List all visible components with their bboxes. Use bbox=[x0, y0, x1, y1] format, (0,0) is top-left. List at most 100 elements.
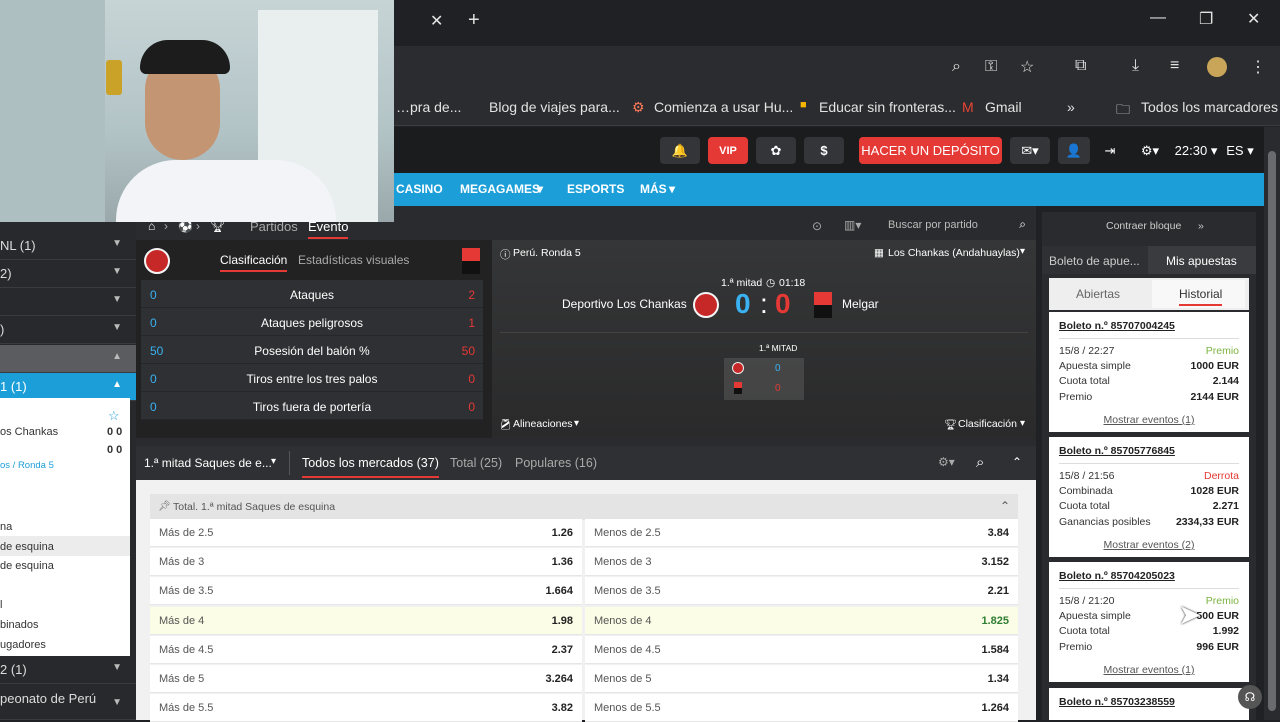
sidebar-league-item[interactable]: 2 (1) ▼ bbox=[0, 656, 136, 684]
market-outcome[interactable]: Más de 2.5 1.26 bbox=[150, 519, 582, 547]
bookmark-item[interactable]: Educar sin fronteras... bbox=[819, 99, 956, 115]
pin-icon[interactable]: 📌︎ bbox=[158, 501, 171, 512]
market-outcome[interactable]: Más de 5 3.264 bbox=[150, 665, 582, 693]
media-icon[interactable]: ≡ bbox=[1170, 57, 1179, 75]
key-icon[interactable]: ⚿ bbox=[985, 58, 997, 76]
notifications-bell-icon[interactable]: 🔔 bbox=[660, 137, 700, 164]
minimize-icon[interactable]: — bbox=[1150, 9, 1166, 27]
show-events-link[interactable]: Mostrar eventos (1) bbox=[1049, 414, 1249, 426]
sidebar-market[interactable]: de esquina bbox=[0, 541, 54, 553]
chevron-down-icon[interactable]: ▾ bbox=[1020, 418, 1025, 429]
ticket-id[interactable]: Boleto n.º 85704205023 bbox=[1059, 570, 1175, 582]
collapse-icon[interactable]: ⌃ bbox=[1012, 455, 1022, 469]
sidebar-league-item[interactable]: ▼ bbox=[0, 288, 136, 316]
new-tab-icon[interactable]: + bbox=[468, 9, 480, 32]
standings-button[interactable]: Clasificación bbox=[958, 418, 1017, 430]
search-field[interactable]: Buscar por partido ⌕ bbox=[880, 214, 1032, 238]
ticket-id[interactable]: Boleto n.º 85705776845 bbox=[1059, 445, 1175, 457]
stats-icon[interactable]: ▥▾ bbox=[844, 218, 861, 232]
language-select[interactable]: ES ▾ bbox=[1224, 137, 1256, 164]
sidebar-league-item[interactable]: 2) ▼ bbox=[0, 260, 136, 288]
page-scrollbar[interactable] bbox=[1264, 127, 1280, 720]
sidebar-market[interactable]: l bbox=[0, 599, 2, 611]
sidebar-league-item[interactable]: NL (1) ▼ bbox=[0, 232, 136, 260]
search-input[interactable]: Buscar por partido bbox=[888, 219, 978, 231]
deposit-button[interactable]: HACER UN DEPÓSITO bbox=[859, 137, 1002, 164]
search-icon[interactable]: ⌕ bbox=[976, 454, 984, 471]
sidebar-market[interactable]: binados bbox=[0, 619, 39, 631]
settings-gear-icon[interactable]: ⚙▾ bbox=[1134, 137, 1166, 164]
mail-icon[interactable]: ✉▾ bbox=[1010, 137, 1050, 164]
sidebar-league-item[interactable]: ▲ bbox=[0, 345, 136, 373]
market-outcome[interactable]: Menos de 5.5 1.264 bbox=[585, 694, 1018, 722]
market-outcome[interactable]: Menos de 4 1.825 bbox=[585, 607, 1018, 635]
vip-button[interactable]: VIP bbox=[708, 137, 748, 164]
user-icon[interactable]: 👤 bbox=[1058, 137, 1090, 164]
menu-icon[interactable]: ⋮ bbox=[1250, 57, 1266, 77]
market-outcome[interactable]: Más de 3 1.36 bbox=[150, 548, 582, 576]
nav-casino[interactable]: CASINO bbox=[396, 182, 443, 196]
sidebar-round-link[interactable]: os / Ronda 5 bbox=[0, 460, 54, 471]
bookmark-all[interactable]: Todos los marcadores bbox=[1141, 99, 1278, 115]
market-group-header[interactable]: 📌︎ Total. 1.ª mitad Saques de esquina ⌃ bbox=[150, 494, 1018, 520]
promo-icon[interactable]: ✿ bbox=[756, 137, 796, 164]
sidebar-market[interactable]: ugadores bbox=[0, 639, 46, 651]
tab-clasificacion[interactable]: Clasificación bbox=[220, 253, 288, 272]
market-outcome[interactable]: Más de 5.5 3.82 bbox=[150, 694, 582, 722]
bookmarks-overflow-icon[interactable]: » bbox=[1067, 99, 1075, 115]
chevron-up-icon[interactable]: ⌃ bbox=[1000, 499, 1010, 513]
market-outcome[interactable]: Más de 3.5 1.664 bbox=[150, 577, 582, 605]
bookmark-item[interactable]: Blog de viajes para... bbox=[489, 99, 620, 115]
settings-gear-icon[interactable]: ⚙▾ bbox=[938, 455, 955, 469]
tab-abiertas[interactable]: Abiertas bbox=[1076, 287, 1120, 301]
bookmark-item[interactable]: Comienza a usar Hu... bbox=[654, 99, 793, 115]
sidebar-market[interactable]: na bbox=[0, 521, 12, 533]
chevron-down-icon[interactable]: ▾ bbox=[271, 456, 276, 467]
close-tab-icon[interactable]: ✕ bbox=[430, 11, 443, 31]
show-events-link[interactable]: Mostrar eventos (1) bbox=[1049, 664, 1249, 676]
sidebar-team-name[interactable]: os Chankas bbox=[0, 426, 58, 438]
nav-megagames[interactable]: MEGAGAMES bbox=[460, 182, 540, 196]
favorite-star-icon[interactable]: ☆ bbox=[108, 408, 120, 424]
market-selector[interactable]: 1.ª mitad Saques de e... bbox=[144, 456, 272, 470]
lineups-button[interactable]: Alineaciones bbox=[513, 418, 573, 430]
sidebar-league-active[interactable]: 1 (1) ▲ bbox=[0, 373, 136, 401]
bookmark-item[interactable]: …pra de... bbox=[396, 99, 461, 115]
pin-icon[interactable]: ⊙ bbox=[812, 219, 822, 233]
nav-esports[interactable]: ESPORTS bbox=[567, 182, 624, 196]
zoom-icon[interactable]: ⌕ bbox=[952, 58, 961, 76]
tab-total[interactable]: Total (25) bbox=[450, 456, 502, 470]
sidebar-league-item[interactable]: ) ▼ bbox=[0, 316, 136, 344]
ticket-id[interactable]: Boleto n.º 85707004245 bbox=[1059, 320, 1175, 332]
window-close-icon[interactable]: ✕ bbox=[1247, 9, 1260, 29]
collapse-block-button[interactable]: Contraer bloque bbox=[1106, 220, 1181, 232]
market-outcome[interactable]: Más de 4 1.98 bbox=[150, 607, 582, 635]
tab-all-markets[interactable]: Todos los mercados (37) bbox=[302, 456, 439, 478]
support-chat-icon[interactable]: ☊ bbox=[1238, 685, 1262, 709]
scrollbar-thumb[interactable] bbox=[1268, 151, 1276, 711]
market-outcome[interactable]: Menos de 2.5 3.84 bbox=[585, 519, 1018, 547]
market-outcome[interactable]: Menos de 3.5 2.21 bbox=[585, 577, 1018, 605]
bookmark-item[interactable]: Gmail bbox=[985, 99, 1022, 115]
show-events-link[interactable]: Mostrar eventos (2) bbox=[1049, 539, 1249, 551]
ticket-id[interactable]: Boleto n.º 85703238559 bbox=[1059, 696, 1175, 708]
star-icon[interactable]: ☆ bbox=[1020, 57, 1034, 77]
restore-icon[interactable]: ❐ bbox=[1199, 9, 1213, 29]
tab-my-bets[interactable]: Mis apuestas bbox=[1148, 246, 1256, 274]
dollar-button[interactable]: $ bbox=[804, 137, 844, 164]
extensions-icon[interactable]: ⧉ bbox=[1075, 57, 1086, 75]
sidebar-market[interactable]: de esquina bbox=[0, 560, 54, 572]
chevron-down-icon[interactable]: ▾ bbox=[574, 418, 579, 429]
tab-populares[interactable]: Populares (16) bbox=[515, 456, 597, 470]
market-outcome[interactable]: Menos de 5 1.34 bbox=[585, 665, 1018, 693]
tab-bet-slip[interactable]: Boleto de apue... bbox=[1042, 246, 1148, 274]
market-outcome[interactable]: Más de 4.5 2.37 bbox=[150, 636, 582, 664]
tab-historial[interactable]: Historial bbox=[1179, 287, 1223, 306]
tab-estadisticas[interactable]: Estadísticas visuales bbox=[298, 253, 409, 267]
chevron-down-icon[interactable]: ▾ bbox=[1020, 246, 1025, 257]
nav-mas[interactable]: MÁS bbox=[640, 182, 667, 196]
profile-avatar[interactable] bbox=[1207, 57, 1227, 77]
time-display[interactable]: 22:30 ▾ bbox=[1174, 137, 1218, 164]
sidebar-league-item[interactable]: peonato de Perú ▼ bbox=[0, 685, 136, 720]
logout-icon[interactable]: ⇥ bbox=[1098, 137, 1122, 164]
